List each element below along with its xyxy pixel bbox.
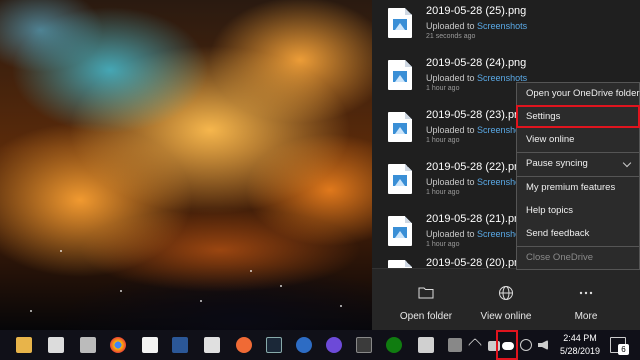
menu-pause-syncing[interactable]: Pause syncing [517,153,639,175]
image-file-icon [388,60,412,90]
calculator-icon[interactable] [48,337,64,353]
app-icon[interactable] [356,337,372,353]
file-name: 2019-05-28 (24).png [426,57,527,69]
app-icon[interactable] [204,337,220,353]
clock-date[interactable]: 5/28/2019 [552,346,608,356]
file-name: 2019-05-28 (21).png [426,213,527,225]
chrome-icon[interactable] [110,337,126,353]
chevron-down-icon [622,158,632,168]
more-button[interactable]: More [546,269,626,331]
menu-close-onedrive[interactable]: Close OneDrive [517,247,639,269]
file-time: 21 seconds ago [426,33,476,40]
file-name: 2019-05-28 (23).png [426,109,527,121]
file-time: 1 hour ago [426,189,460,196]
show-hidden-icons-chevron-icon[interactable] [467,337,483,353]
file-name: 2019-05-28 (20).png [426,257,527,268]
xbox-icon[interactable] [386,337,402,353]
volume-icon[interactable] [538,340,548,350]
wifi-icon[interactable] [520,339,532,351]
app-icon[interactable] [326,337,342,353]
view-online-label: View online [480,311,532,322]
folder-icon [418,287,434,299]
file-name: 2019-05-28 (25).png [426,5,527,17]
file-time: 1 hour ago [426,241,460,248]
menu-send-feedback[interactable]: Send feedback [517,223,639,245]
notification-count-badge: 6 [618,344,629,355]
more-dots-icon [579,291,593,295]
file-time: 1 hour ago [426,137,460,144]
clock-time[interactable]: 2:44 PM [558,333,602,343]
image-file-icon [388,112,412,142]
open-folder-button[interactable]: Open folder [386,269,466,331]
menu-help-topics[interactable]: Help topics [517,200,639,222]
image-file-icon [388,260,412,268]
file-status: Uploaded to Screenshots [426,21,528,31]
image-file-icon [388,216,412,246]
file-status: Uploaded to Screenshots [426,229,528,239]
app-icon[interactable] [448,338,462,352]
file-status: Uploaded to Screenshots [426,73,528,83]
photos-icon[interactable] [142,337,158,353]
app-icon[interactable] [80,337,96,353]
file-status: Uploaded to Screenshots [426,125,528,135]
onedrive-tray-highlight-box [496,330,518,360]
open-folder-label: Open folder [399,311,453,322]
file-time: 1 hour ago [426,85,460,92]
menu-view-online[interactable]: View online [517,129,639,151]
steam-icon[interactable] [266,337,282,353]
globe-icon [499,286,513,300]
file-explorer-icon[interactable] [16,337,32,353]
more-label: More [574,311,598,322]
folder-link[interactable]: Screenshots [477,21,527,31]
image-file-icon [388,164,412,194]
flyout-bottom-bar: Open folder View online More [372,268,640,330]
taskbar: 2:44 PM 5/28/2019 6 [0,330,640,360]
origin-icon[interactable] [236,337,252,353]
file-status: Uploaded to Screenshots [426,177,528,187]
menu-open-onedrive-folder[interactable]: Open your OneDrive folder [517,83,640,105]
app-icon[interactable] [418,337,434,353]
pause-syncing-label: Pause syncing [526,158,588,169]
image-file-icon [388,8,412,38]
uplay-icon[interactable] [296,337,312,353]
settings-highlight-box [516,105,640,128]
view-online-button[interactable]: View online [466,269,546,331]
menu-premium-features[interactable]: My premium features [517,177,639,199]
file-name: 2019-05-28 (22).png [426,161,527,173]
file-item[interactable]: 2019-05-28 (25).png Uploaded to Screensh… [372,0,640,52]
word-icon[interactable] [172,337,188,353]
